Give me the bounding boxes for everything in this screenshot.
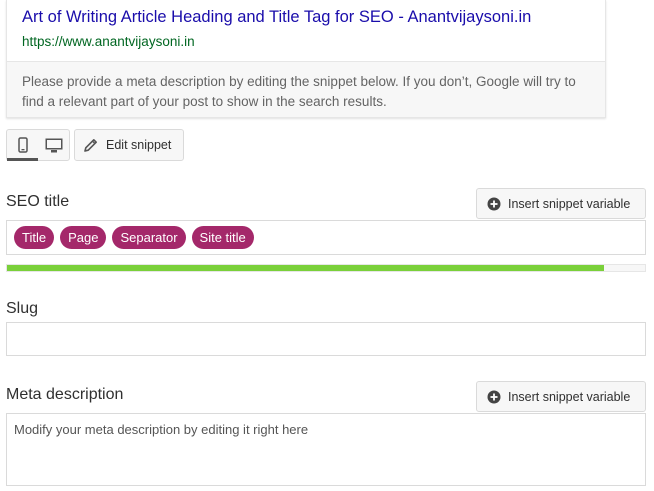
seo-title-insert-variable-button[interactable]: Insert snippet variable (476, 188, 646, 219)
snippet-editor: Art of Writing Article Heading and Title… (0, 0, 654, 491)
snippet-variable-pill[interactable]: Page (60, 226, 107, 249)
preview-description: Please provide a meta description by edi… (22, 74, 576, 109)
plus-circle-icon (487, 390, 501, 404)
meta-description-label: Meta description (6, 386, 124, 403)
preview-mode-toggle (6, 129, 70, 161)
desktop-preview-button[interactable] (38, 130, 69, 160)
edit-snippet-label: Edit snippet (106, 138, 172, 152)
meta-description-input[interactable]: Modify your meta description by editing … (6, 413, 646, 486)
snippet-preview: Art of Writing Article Heading and Title… (6, 0, 606, 118)
snippet-variable-pill[interactable]: Title (14, 226, 55, 249)
snippet-variable-pill[interactable]: Separator (112, 226, 186, 249)
mobile-preview-button[interactable] (7, 130, 38, 161)
seo-title-label: SEO title (6, 193, 70, 210)
snippet-variable-pill[interactable]: Site title (191, 226, 254, 249)
mobile-icon (17, 137, 28, 153)
insert-variable-label: Insert snippet variable (508, 196, 631, 211)
slug-input[interactable] (6, 322, 646, 356)
preview-title[interactable]: Art of Writing Article Heading and Title… (22, 8, 531, 27)
slug-label: Slug (6, 300, 39, 317)
plus-circle-icon (487, 197, 501, 211)
seo-title-input[interactable]: Title Page Separator Site title (6, 220, 646, 255)
meta-description-insert-variable-button[interactable]: Insert snippet variable (476, 381, 646, 412)
pencil-icon (84, 138, 98, 152)
edit-snippet-button[interactable]: Edit snippet (74, 129, 184, 161)
seo-title-progress-fill (7, 265, 604, 271)
seo-title-progress-bar (6, 264, 646, 272)
insert-variable-label: Insert snippet variable (508, 389, 631, 404)
desktop-icon (45, 138, 63, 153)
preview-url: https://www.anantvijaysoni.in (22, 34, 195, 49)
